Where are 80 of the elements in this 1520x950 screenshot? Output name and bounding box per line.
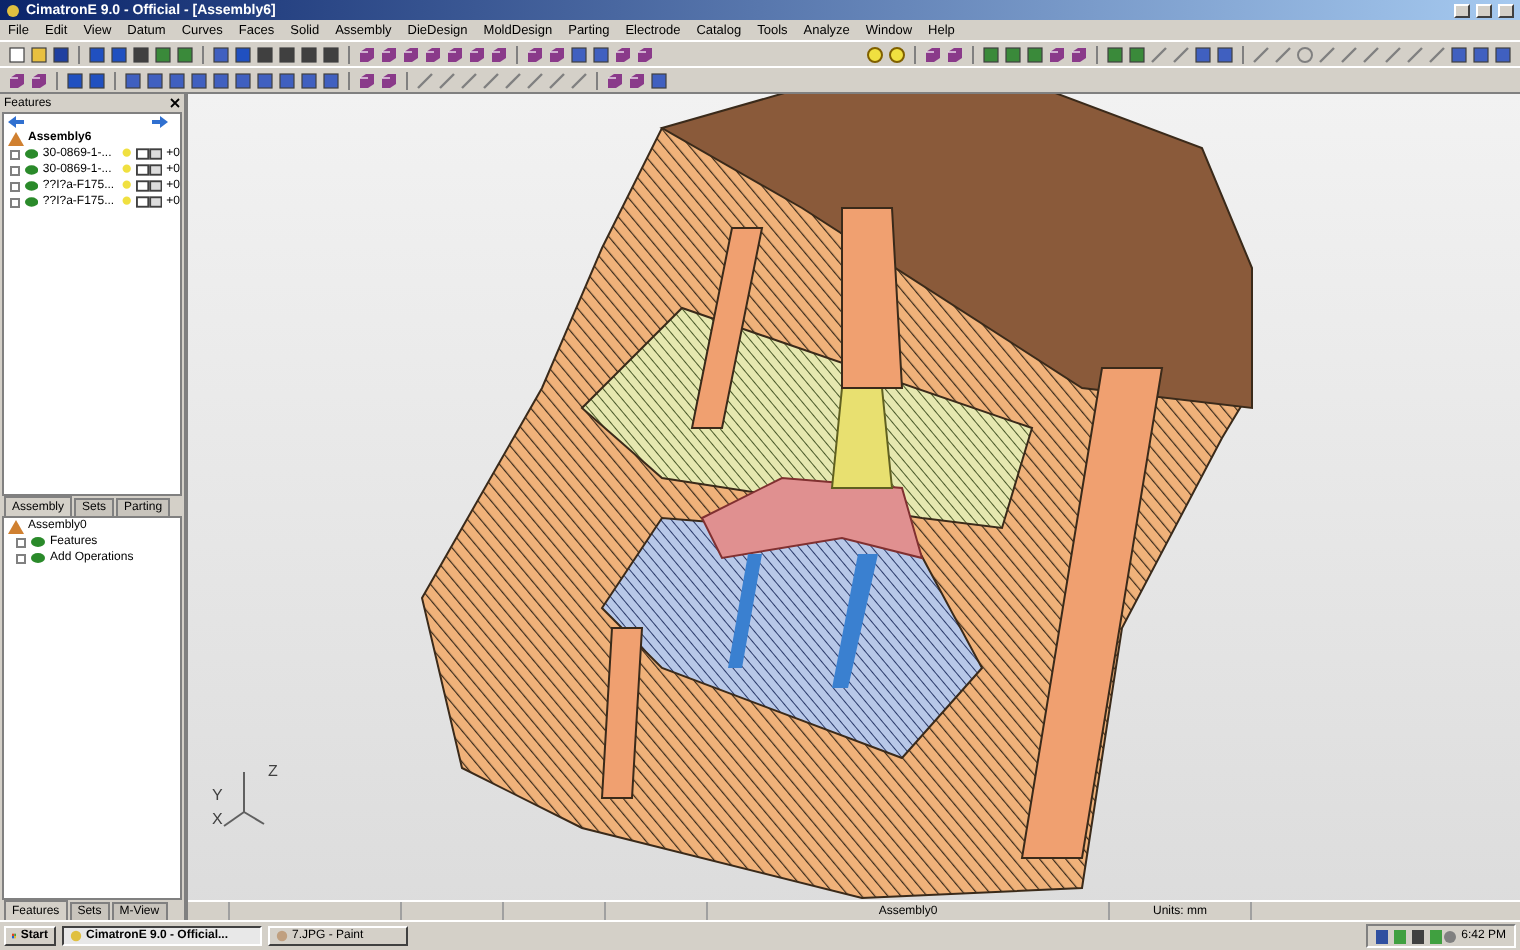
cube-icon[interactable] — [380, 71, 398, 89]
app-icon — [276, 930, 288, 942]
expand-toggle[interactable] — [16, 537, 26, 547]
line-icon[interactable] — [526, 71, 544, 89]
line-icon[interactable] — [1362, 45, 1380, 63]
display-icon[interactable] — [135, 148, 163, 160]
axis-label: Z — [268, 762, 278, 780]
circle-icon[interactable] — [1296, 45, 1314, 63]
app-icon — [70, 930, 82, 942]
axis-label: X — [212, 810, 223, 828]
square-icon[interactable] — [1216, 45, 1234, 63]
cube-icon[interactable] — [358, 71, 376, 89]
square-icon[interactable] — [168, 71, 186, 89]
cube-icon[interactable] — [1048, 45, 1066, 63]
square-icon[interactable] — [650, 71, 668, 89]
minimize-button[interactable] — [1454, 3, 1470, 17]
square-icon[interactable] — [570, 45, 588, 63]
expand-toggle[interactable] — [16, 553, 26, 563]
square-icon[interactable] — [592, 45, 610, 63]
windows-logo-icon — [12, 930, 17, 942]
line-icon[interactable] — [1274, 45, 1292, 63]
square-icon[interactable] — [212, 71, 230, 89]
line-icon[interactable] — [482, 71, 500, 89]
cube-icon[interactable] — [606, 71, 624, 89]
cube-icon[interactable] — [614, 45, 632, 63]
cube-icon[interactable] — [424, 45, 442, 63]
display-icon[interactable] — [135, 196, 163, 208]
cube-icon[interactable] — [358, 45, 376, 63]
square-icon[interactable] — [234, 71, 252, 89]
cube-icon[interactable] — [628, 71, 646, 89]
square-icon[interactable] — [322, 71, 340, 89]
cube-icon[interactable] — [548, 45, 566, 63]
cube-icon[interactable] — [468, 45, 486, 63]
line-icon[interactable] — [548, 71, 566, 89]
square-icon[interactable] — [1472, 45, 1490, 63]
tray-icons-drawing — [1375, 929, 1456, 943]
back-arrow-icon[interactable] — [8, 116, 24, 128]
line-icon[interactable] — [460, 71, 478, 89]
line-icon[interactable] — [1252, 45, 1270, 63]
square-icon[interactable] — [278, 71, 296, 89]
forward-arrow-icon[interactable] — [152, 116, 168, 128]
line-icon[interactable] — [1406, 45, 1424, 63]
line-icon[interactable] — [1150, 45, 1168, 63]
display-icon[interactable] — [135, 164, 163, 176]
assembly-icon — [8, 131, 24, 145]
line-icon[interactable] — [1428, 45, 1446, 63]
cube-icon[interactable] — [946, 45, 964, 63]
cube-icon[interactable] — [8, 71, 26, 89]
square-icon[interactable] — [124, 71, 142, 89]
axis-label: Y — [212, 786, 223, 804]
line-icon[interactable] — [438, 71, 456, 89]
square-icon[interactable] — [1450, 45, 1468, 63]
line-icon[interactable] — [1340, 45, 1358, 63]
display-icon[interactable] — [135, 180, 163, 192]
square-icon[interactable] — [146, 71, 164, 89]
square-icon[interactable] — [1494, 45, 1512, 63]
close-button[interactable] — [1498, 3, 1514, 17]
line-icon[interactable] — [1318, 45, 1336, 63]
line-icon[interactable] — [1172, 45, 1190, 63]
square-icon[interactable] — [256, 71, 274, 89]
square-icon[interactable] — [190, 71, 208, 89]
cube-icon[interactable] — [924, 45, 942, 63]
square-icon[interactable] — [212, 45, 230, 63]
square-icon[interactable] — [300, 71, 318, 89]
line-icon[interactable] — [570, 71, 588, 89]
cube-icon[interactable] — [30, 71, 48, 89]
maximize-button[interactable] — [1476, 3, 1492, 17]
cube-icon[interactable] — [380, 45, 398, 63]
app-logo-icon — [6, 3, 20, 17]
cube-icon[interactable] — [402, 45, 420, 63]
close-icon[interactable] — [170, 98, 180, 108]
line-icon[interactable] — [416, 71, 434, 89]
cube-icon[interactable] — [446, 45, 464, 63]
cube-icon[interactable] — [526, 45, 544, 63]
cube-icon[interactable] — [490, 45, 508, 63]
line-icon[interactable] — [504, 71, 522, 89]
cube-icon[interactable] — [636, 45, 654, 63]
line-icon[interactable] — [1384, 45, 1402, 63]
cube-icon[interactable] — [1070, 45, 1088, 63]
square-icon[interactable] — [1194, 45, 1212, 63]
